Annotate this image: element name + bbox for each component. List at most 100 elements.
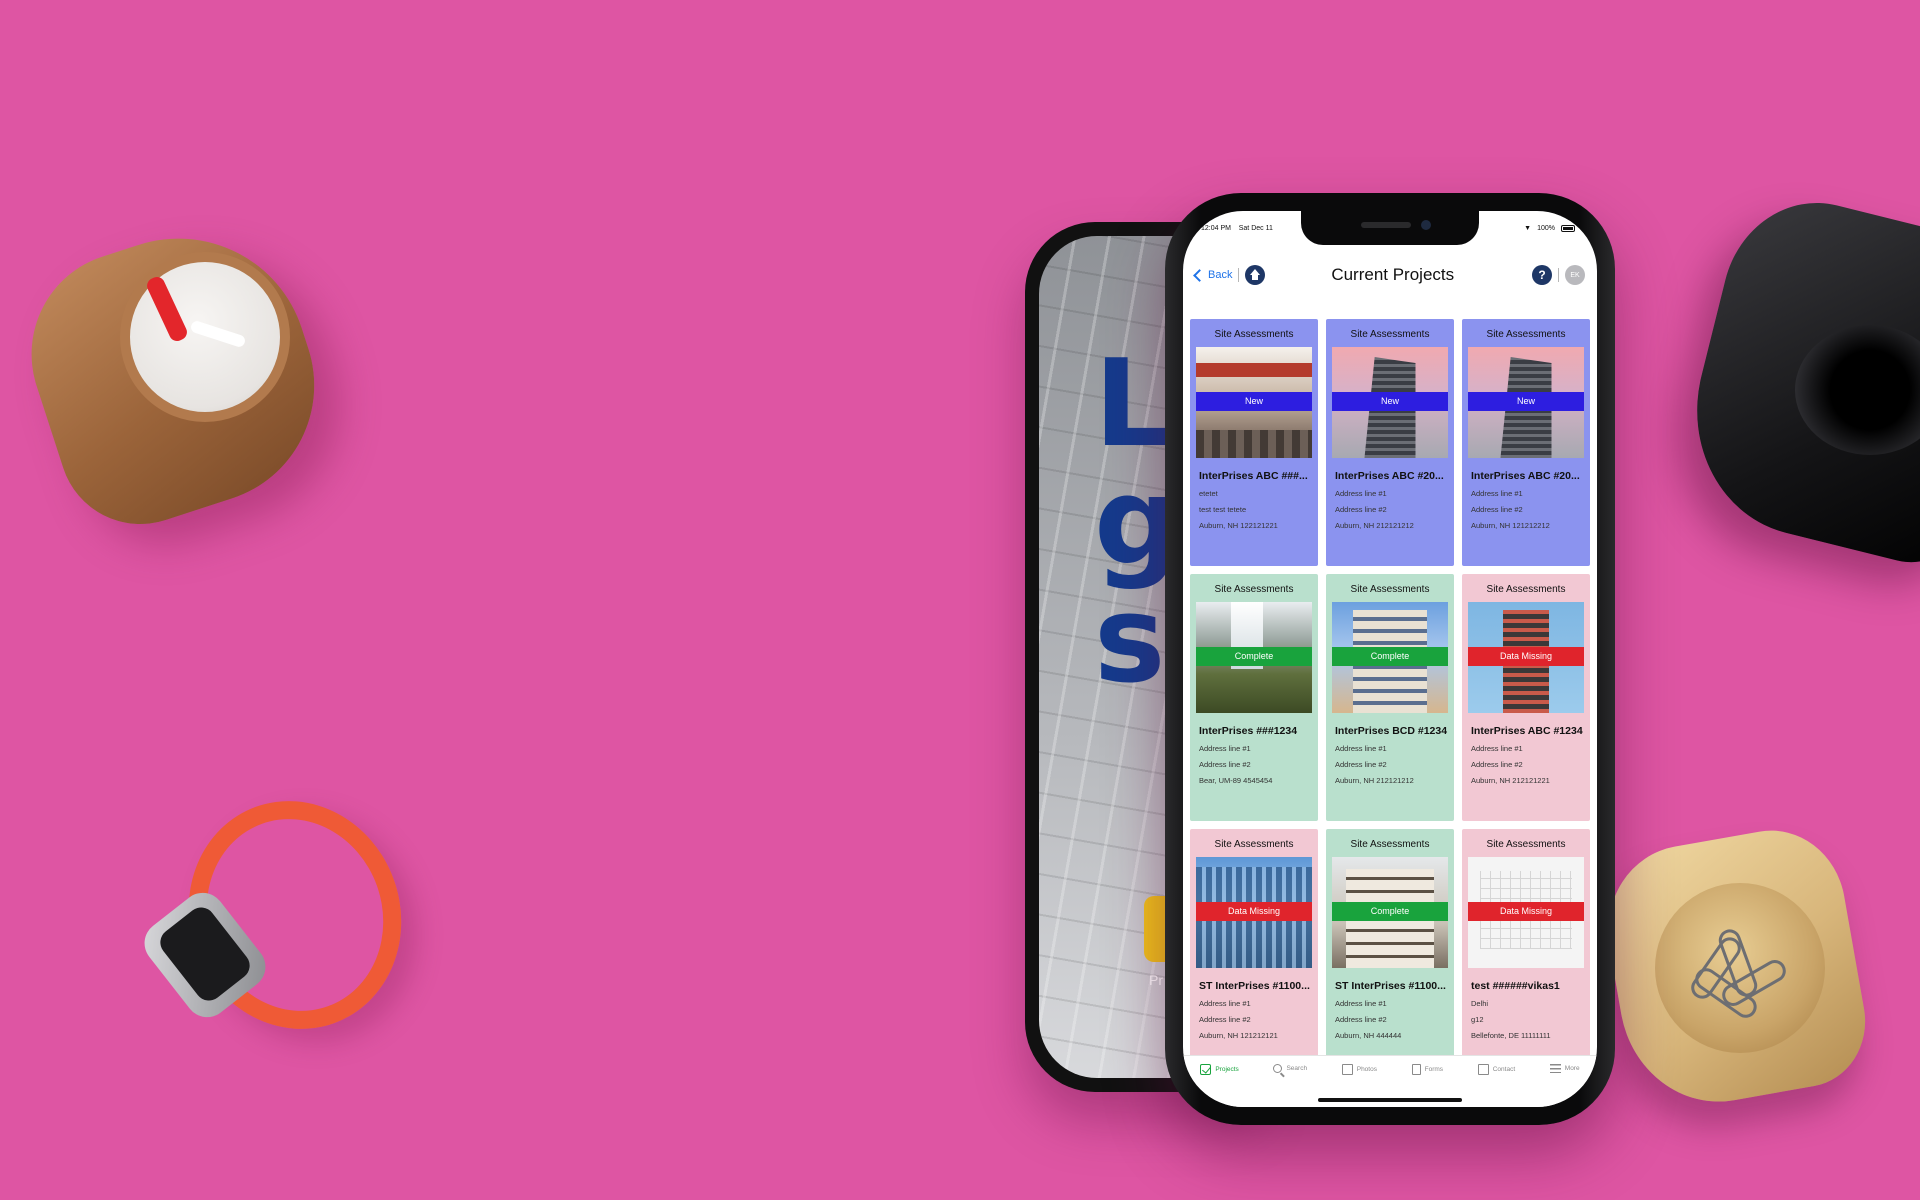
- paperclip-dish: [1594, 819, 1876, 1117]
- address-line-2: Address line #2: [1335, 760, 1387, 769]
- home-indicator: [1318, 1098, 1462, 1102]
- tab-forms[interactable]: Forms: [1411, 1064, 1443, 1075]
- home-icon[interactable]: [1245, 265, 1266, 285]
- project-card[interactable]: Site Assessments Complete ST InterPrises…: [1326, 829, 1454, 1055]
- wifi-icon: ▼: [1524, 225, 1532, 232]
- address-line-1: Address line #1: [1199, 744, 1251, 753]
- address-line-1: Address line #1: [1199, 999, 1251, 1008]
- project-card[interactable]: Site Assessments New InterPrises ABC ###…: [1190, 319, 1318, 566]
- photo-icon: [1341, 1064, 1353, 1075]
- address-line-2: test test tetete: [1199, 505, 1247, 514]
- status-badge: Complete: [1332, 647, 1448, 666]
- project-name: ST InterPrises #1100...: [1199, 980, 1310, 992]
- tab-label: Photos: [1356, 1066, 1377, 1073]
- front-phone: 12:04 PM Sat Dec 11 ▼ 100% Back Current …: [1165, 193, 1615, 1125]
- project-photo: Data Missing: [1468, 602, 1584, 713]
- avatar[interactable]: EK: [1565, 265, 1585, 285]
- address-line-1: Address line #1: [1335, 744, 1387, 753]
- card-category: Site Assessments: [1214, 839, 1294, 850]
- address-city: Auburn, NH 212121212: [1335, 776, 1414, 785]
- card-category: Site Assessments: [1350, 839, 1430, 850]
- tab-projects[interactable]: Projects: [1200, 1064, 1239, 1075]
- status-badge: Data Missing: [1468, 902, 1584, 921]
- address-line-2: Address line #2: [1335, 505, 1387, 514]
- project-card[interactable]: Site Assessments New InterPrises ABC #20…: [1326, 319, 1454, 566]
- header-divider: [1238, 268, 1240, 282]
- address-city: Bellefonte, DE 11111111: [1471, 1031, 1551, 1040]
- tab-label: More: [1564, 1065, 1580, 1072]
- project-name: InterPrises ABC #1234: [1471, 725, 1583, 737]
- more-icon: [1549, 1064, 1561, 1073]
- project-card[interactable]: Site Assessments Data Missing test #####…: [1462, 829, 1590, 1055]
- address-line-2: g12: [1471, 1015, 1484, 1024]
- address-line-1: Address line #1: [1335, 489, 1387, 498]
- address-line-2: Address line #2: [1471, 505, 1523, 514]
- status-time: 12:04 PM: [1201, 225, 1231, 232]
- card-category: Site Assessments: [1214, 329, 1294, 340]
- project-photo: Data Missing: [1196, 857, 1312, 968]
- card-category: Site Assessments: [1214, 584, 1294, 595]
- address-city: Auburn, NH 122121221: [1199, 521, 1278, 530]
- back-button[interactable]: Back: [1193, 268, 1233, 282]
- notch: [1301, 211, 1479, 245]
- project-photo: New: [1468, 347, 1584, 458]
- projects-grid: Site Assessments New InterPrises ABC ###…: [1190, 319, 1590, 1055]
- tab-photos[interactable]: Photos: [1341, 1064, 1377, 1075]
- project-photo: Complete: [1196, 602, 1312, 713]
- address-city: Auburn, NH 212121221: [1471, 776, 1550, 785]
- card-category: Site Assessments: [1486, 329, 1566, 340]
- tab-label: Projects: [1215, 1066, 1239, 1073]
- status-badge: New: [1468, 392, 1584, 411]
- project-name: InterPrises ABC ###...: [1199, 470, 1308, 482]
- smart-watch: [135, 771, 434, 1059]
- help-icon[interactable]: ?: [1532, 265, 1552, 285]
- project-photo: New: [1332, 347, 1448, 458]
- status-badge: Data Missing: [1196, 902, 1312, 921]
- tab-contact[interactable]: Contact: [1477, 1064, 1515, 1075]
- speaker-grille: [1361, 222, 1411, 228]
- project-card[interactable]: Site Assessments Complete InterPrises ##…: [1190, 574, 1318, 821]
- address-line-2: Address line #2: [1335, 1015, 1387, 1024]
- clock-face: [120, 252, 290, 422]
- project-name: test ######vikas1: [1471, 980, 1560, 992]
- folder-label: Pr: [1149, 972, 1163, 988]
- project-card[interactable]: Site Assessments New InterPrises ABC #20…: [1462, 319, 1590, 566]
- status-badge: Complete: [1332, 902, 1448, 921]
- project-photo: New: [1196, 347, 1312, 458]
- battery-percent: 100%: [1537, 225, 1555, 232]
- card-category: Site Assessments: [1486, 839, 1566, 850]
- address-line-2: Address line #2: [1199, 1015, 1251, 1024]
- address-city: Auburn, NH 121212212: [1471, 521, 1550, 530]
- status-badge: Complete: [1196, 647, 1312, 666]
- check-icon: [1200, 1064, 1212, 1075]
- project-card[interactable]: Site Assessments Data Missing ST InterPr…: [1190, 829, 1318, 1055]
- address-line-1: Address line #1: [1335, 999, 1387, 1008]
- status-badge: Data Missing: [1468, 647, 1584, 666]
- project-photo: Complete: [1332, 857, 1448, 968]
- tab-more[interactable]: More: [1549, 1064, 1580, 1073]
- address-line-1: Delhi: [1471, 999, 1489, 1008]
- tape-dispenser: [1669, 183, 1920, 577]
- project-card[interactable]: Site Assessments Data Missing InterPrise…: [1462, 574, 1590, 821]
- project-name: InterPrises BCD #1234: [1335, 725, 1448, 737]
- card-category: Site Assessments: [1350, 584, 1430, 595]
- front-camera: [1421, 220, 1431, 230]
- card-category: Site Assessments: [1350, 329, 1430, 340]
- card-category: Site Assessments: [1486, 584, 1566, 595]
- page-title: Current Projects: [1331, 265, 1455, 284]
- status-badge: New: [1332, 392, 1448, 411]
- address-line-2: Address line #2: [1471, 760, 1523, 769]
- address-line-1: Address line #1: [1471, 744, 1523, 753]
- desk-clock: [4, 204, 346, 546]
- back-button-label: Back: [1208, 269, 1233, 281]
- form-icon: [1411, 1064, 1421, 1075]
- project-name: InterPrises ABC #20...: [1471, 470, 1580, 482]
- contact-icon: [1477, 1064, 1489, 1075]
- phone-screen: 12:04 PM Sat Dec 11 ▼ 100% Back Current …: [1183, 211, 1597, 1107]
- address-line-1: Address line #1: [1471, 489, 1523, 498]
- project-name: ST InterPrises #1100...: [1335, 980, 1446, 992]
- address-city: Bear, UM-89 4545454: [1199, 776, 1273, 785]
- status-right: ▼ 100%: [1524, 225, 1575, 232]
- project-card[interactable]: Site Assessments Complete InterPrises BC…: [1326, 574, 1454, 821]
- tab-search[interactable]: Search: [1273, 1064, 1307, 1073]
